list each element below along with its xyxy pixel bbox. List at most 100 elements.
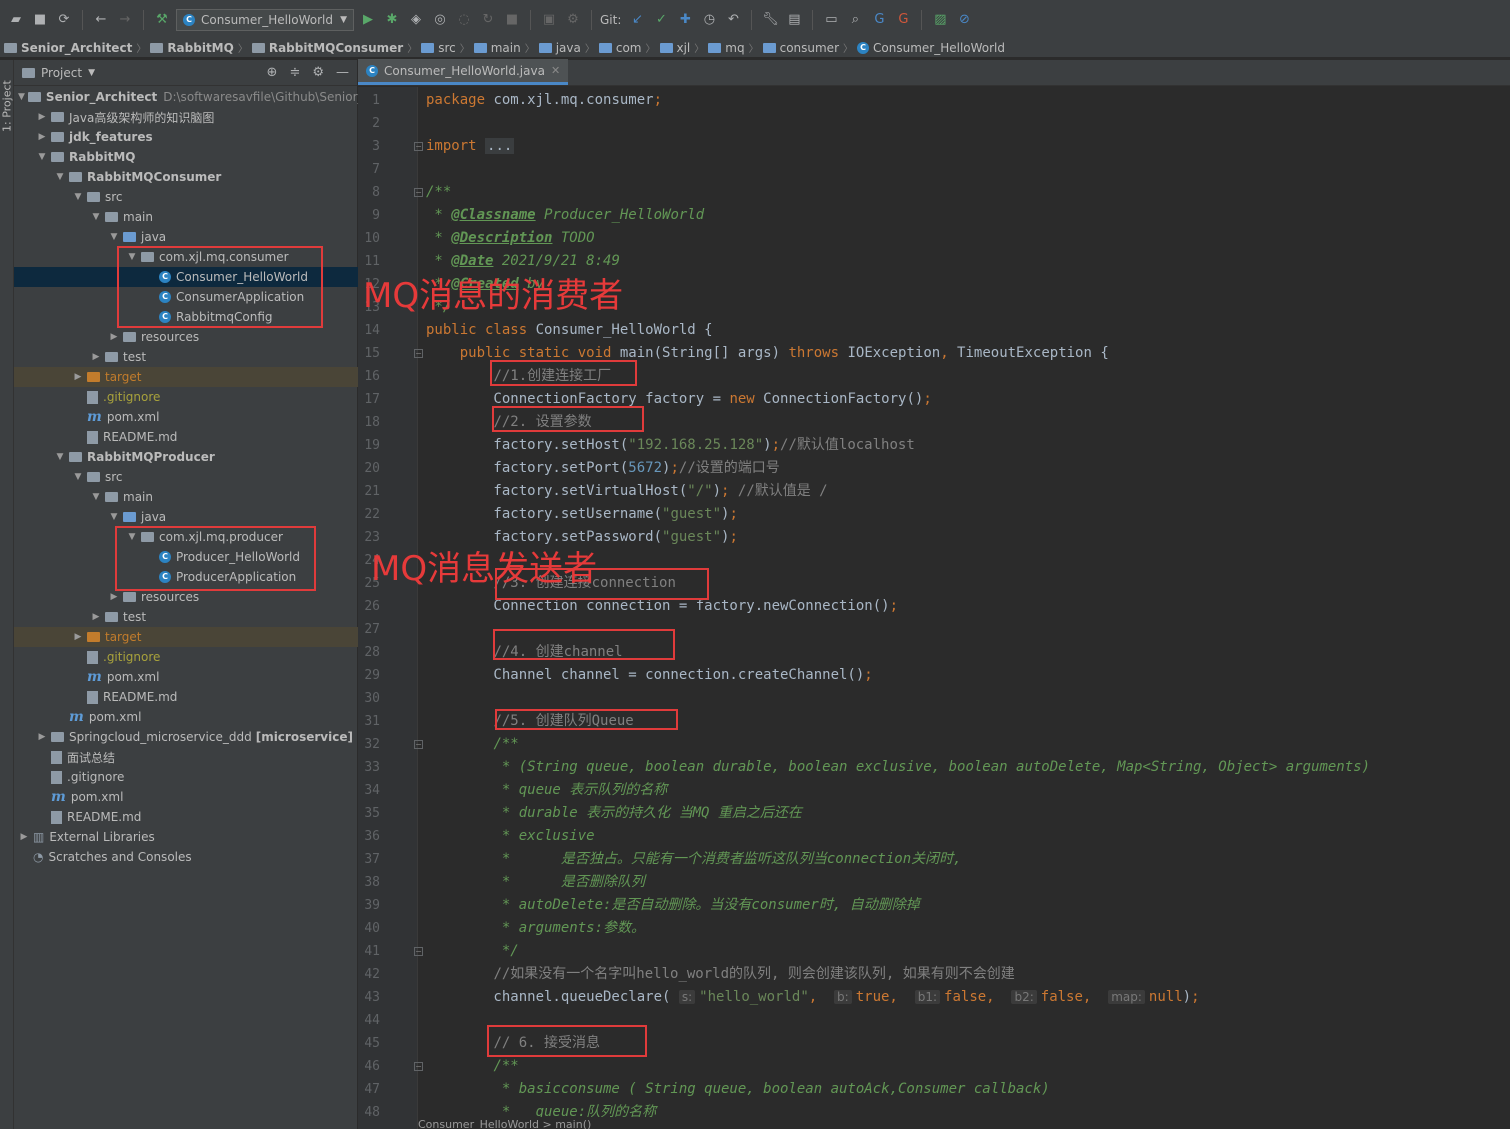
tree-item[interactable]: ▶ Springcloud_microservice_ddd [microservi… <box>14 727 358 747</box>
forward-arrow-icon[interactable]: → <box>115 10 135 30</box>
expand-right-icon[interactable]: ▶ <box>108 592 120 602</box>
git-commit-icon[interactable]: ✓ <box>651 10 671 30</box>
history-icon[interactable]: ◷ <box>699 10 719 30</box>
tree-item[interactable]: ▼ main <box>14 207 358 227</box>
tree-item[interactable]: ▶ target <box>14 627 358 647</box>
run-config-dropdown[interactable]: C Consumer_HelloWorld ▼ <box>176 8 354 31</box>
tree-item[interactable]: ▶ ▥ External Libraries <box>14 827 358 847</box>
tree-item[interactable]: ▶README.md <box>14 687 358 707</box>
statistic-icon[interactable]: ▨ <box>930 10 950 30</box>
tree-item[interactable]: ▼ com.xjl.mq.producer <box>14 527 358 547</box>
tree-item[interactable]: ▶面试总结 <box>14 747 358 767</box>
coverage-icon[interactable]: ◈ <box>406 10 426 30</box>
stop-icon[interactable]: ■ <box>502 10 522 30</box>
breadcrumb-item[interactable]: src <box>421 41 456 55</box>
tree-item[interactable]: ▶.gitignore <box>14 647 358 667</box>
project-structure-icon[interactable]: ▤ <box>784 10 804 30</box>
expand-right-icon[interactable]: ▶ <box>36 132 48 142</box>
breadcrumb-item[interactable]: xjl <box>659 41 690 55</box>
reload-icon[interactable]: ↻ <box>478 10 498 30</box>
profile-icon[interactable]: ◎ <box>430 10 450 30</box>
breadcrumb-item[interactable]: RabbitMQ <box>150 41 234 55</box>
tree-item[interactable]: ▶.gitignore <box>14 767 358 787</box>
tree-item[interactable]: ▼ com.xjl.mq.consumer <box>14 247 358 267</box>
tree-item[interactable]: ▶README.md <box>14 807 358 827</box>
tree-item[interactable]: ▼ RabbitMQConsumer <box>14 167 358 187</box>
tree-item[interactable]: ▼ Senior_Architect D:\softwaresavfile\Gith… <box>14 87 372 107</box>
expand-down-icon[interactable]: ▼ <box>72 192 84 202</box>
tree-item[interactable]: ▶CProducer_HelloWorld <box>14 547 358 567</box>
translate-alt-icon[interactable]: G <box>893 10 913 30</box>
minimize-icon[interactable]: — <box>336 65 349 80</box>
sync-icon[interactable]: ⟳ <box>54 10 74 30</box>
chevron-down-icon[interactable]: ▼ <box>88 68 95 78</box>
expand-right-icon[interactable]: ▶ <box>18 832 30 842</box>
breadcrumb-item[interactable]: Senior_Architect <box>4 41 132 55</box>
expand-down-icon[interactable]: ▼ <box>108 232 120 242</box>
back-arrow-icon[interactable]: ← <box>91 10 111 30</box>
tree-item[interactable]: ▶ target <box>14 367 358 387</box>
tree-item[interactable]: ▶mpom.xml <box>14 407 358 427</box>
breadcrumb-item[interactable]: C Consumer_HelloWorld <box>857 41 1005 55</box>
tree-item[interactable]: ▶ jdk_features <box>14 127 358 147</box>
expand-down-icon[interactable]: ▼ <box>54 452 66 462</box>
tree-item[interactable]: ▶mpom.xml <box>14 667 358 687</box>
expand-right-icon[interactable]: ▶ <box>36 732 48 742</box>
tree-item[interactable]: ▶ resources <box>14 327 358 347</box>
rollback-icon[interactable]: ↶ <box>723 10 743 30</box>
expand-down-icon[interactable]: ▼ <box>90 492 102 502</box>
expand-right-icon[interactable]: ▶ <box>72 632 84 642</box>
locate-icon[interactable]: ⊕ <box>267 65 278 80</box>
tree-item[interactable]: ▶CConsumerApplication <box>14 287 358 307</box>
expand-down-icon[interactable]: ▼ <box>108 512 120 522</box>
gear-icon[interactable]: ⚙ <box>312 65 324 80</box>
project-view-selector[interactable]: Project <box>41 66 82 80</box>
tree-item[interactable]: ▼ java <box>14 227 358 247</box>
expand-down-icon[interactable]: ▼ <box>90 212 102 222</box>
dump-threads-icon[interactable]: ▣ <box>539 10 559 30</box>
tree-item[interactable]: ▼ RabbitMQProducer <box>14 447 358 467</box>
build-hammer-icon[interactable]: ⚒ <box>152 10 172 30</box>
tree-item[interactable]: ▼ src <box>14 187 358 207</box>
debug-icon[interactable]: ✱ <box>382 10 402 30</box>
tree-item[interactable]: ▼ main <box>14 487 358 507</box>
tree-item[interactable]: ▶ test <box>14 607 358 627</box>
tree-item[interactable]: ▶README.md <box>14 427 358 447</box>
breadcrumb-item[interactable]: com <box>598 41 642 55</box>
tree-item[interactable]: ▶ resources <box>14 587 358 607</box>
expand-down-icon[interactable]: ▼ <box>126 532 138 542</box>
expand-right-icon[interactable]: ▶ <box>108 332 120 342</box>
expand-down-icon[interactable]: ▼ <box>54 172 66 182</box>
tree-item[interactable]: ▶CProducerApplication <box>14 567 358 587</box>
tree-item[interactable]: ▶.gitignore <box>14 387 358 407</box>
expand-down-icon[interactable]: ▼ <box>72 472 84 482</box>
open-folder-icon[interactable]: ▰ <box>6 10 26 30</box>
translate-icon[interactable]: G <box>869 10 889 30</box>
git-push-icon[interactable]: ✚ <box>675 10 695 30</box>
tree-item[interactable]: ▶mpom.xml <box>14 787 358 807</box>
tree-item[interactable]: ▶ Java高级架构师的知识脑图 <box>14 107 358 127</box>
power-save-icon[interactable]: ⊘ <box>954 10 974 30</box>
breadcrumb-item[interactable]: mq <box>708 41 745 55</box>
project-tool-tab[interactable]: 1: Project <box>0 66 14 146</box>
git-update-icon[interactable]: ↙ <box>627 10 647 30</box>
expand-right-icon[interactable]: ▶ <box>36 112 48 122</box>
tree-item[interactable]: ▶◔Scratches and Consoles <box>14 847 358 867</box>
tree-item[interactable]: ▶ test <box>14 347 358 367</box>
expand-down-icon[interactable]: ▼ <box>126 252 138 262</box>
expand-down-icon[interactable]: ▼ <box>36 152 48 162</box>
expand-right-icon[interactable]: ▶ <box>90 352 102 362</box>
expand-down-icon[interactable]: ▼ <box>18 92 25 102</box>
breadcrumb-item[interactable]: RabbitMQConsumer <box>251 41 403 55</box>
breadcrumb-item[interactable]: java <box>538 41 581 55</box>
settings-sync-icon[interactable]: ⚙ <box>563 10 583 30</box>
tree-item[interactable]: ▼ java <box>14 507 358 527</box>
expand-right-icon[interactable]: ▶ <box>72 372 84 382</box>
tree-item[interactable]: ▶CRabbitmqConfig <box>14 307 358 327</box>
code-area[interactable]: package com.xjl.mq.consumer; import ... /*… <box>418 87 1510 1117</box>
close-icon[interactable]: ✕ <box>551 64 560 77</box>
editor-breadcrumb[interactable]: Consumer_HelloWorld > main() <box>418 1118 591 1129</box>
tree-item[interactable]: ▶mpom.xml <box>14 707 358 727</box>
wrench-icon[interactable]: 🔧︎ <box>760 10 780 30</box>
search-icon[interactable]: ⌕ <box>845 10 865 30</box>
